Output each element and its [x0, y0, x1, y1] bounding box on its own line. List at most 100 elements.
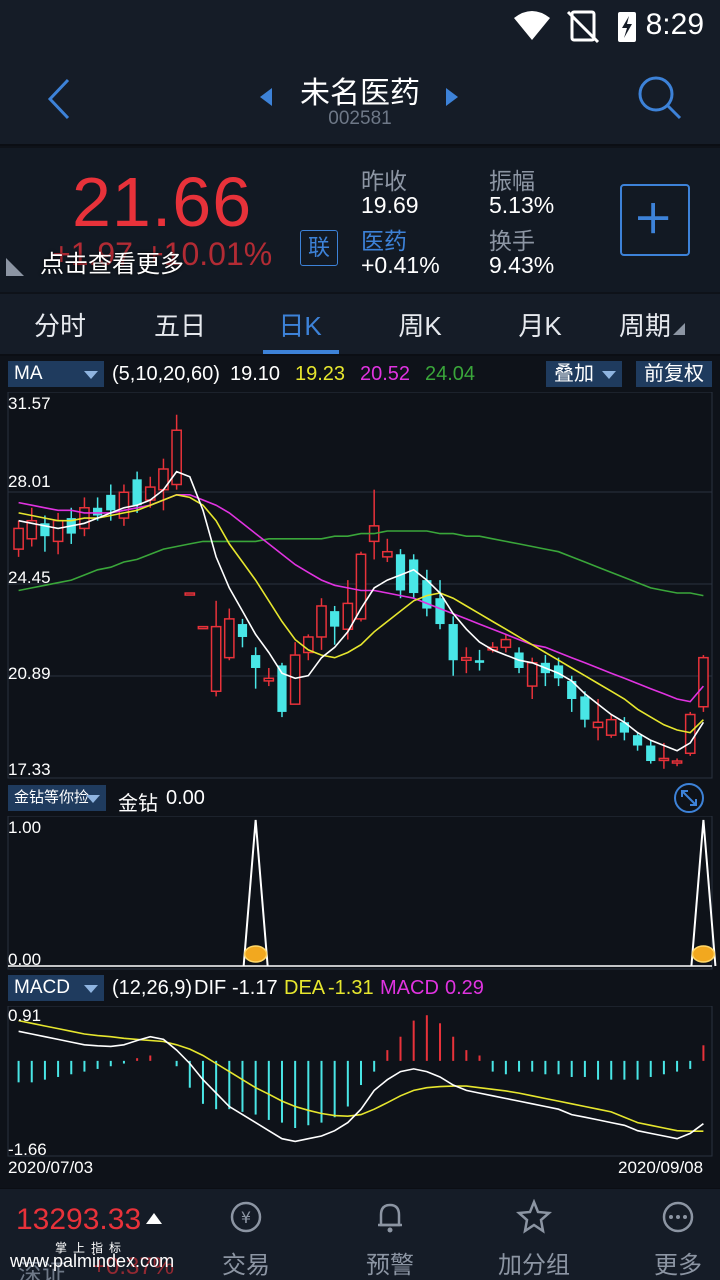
candle-body [52, 519, 64, 543]
gold-spike [242, 819, 269, 967]
candle-body [592, 721, 604, 729]
gold-indicator-bar: 金钻等你捡 金钻 0.00 [0, 782, 720, 815]
tab-monthly-k[interactable]: 月K [480, 306, 600, 343]
active-tab-underline [263, 350, 339, 354]
candle-body [289, 654, 301, 705]
candle-body [316, 605, 327, 638]
gold-dropdown-icon [86, 795, 100, 803]
tab-weekly-k[interactable]: 周K [360, 306, 480, 343]
kline-chart[interactable]: 31.57 28.01 24.45 20.89 17.33 [0, 391, 720, 780]
dif-line [18, 1030, 704, 1143]
nav-more[interactable]: 更多 [628, 1199, 720, 1279]
nav-trade[interactable]: ¥ 交易 [196, 1199, 296, 1279]
candle-body [251, 655, 261, 668]
candle-body [526, 662, 538, 687]
candle-body [658, 757, 670, 762]
tab-cycle-label: 周期 [618, 311, 671, 341]
quote-panel[interactable]: 21.66 +1.97 +10.01% 点击查看更多 联 昨收 19.69 医药 … [0, 148, 720, 292]
candle-body [698, 656, 709, 708]
gold-chart[interactable]: 1.00 0.00 [0, 815, 720, 970]
expand-corner-icon [6, 258, 24, 276]
candle-body [184, 592, 196, 596]
turnover-label: 换手 [489, 228, 535, 254]
candle-body [263, 677, 275, 682]
candle-body [448, 624, 458, 661]
amplitude-label: 振幅 [489, 168, 535, 194]
fullscreen-icon[interactable] [673, 782, 705, 814]
tab-cycle[interactable]: 周期 [592, 306, 712, 343]
kline-ytick-0: 31.57 [8, 394, 51, 413]
x-start-date: 2020/07/03 [8, 1158, 94, 1177]
overlay-label: 叠加 [554, 363, 594, 385]
x-end-date: 2020/09/08 [618, 1158, 704, 1177]
nav-add-group[interactable]: 加分组 [484, 1199, 584, 1279]
period-tabs: 分时 五日 日K 周K 月K 周期 [0, 294, 720, 356]
add-watchlist-button[interactable] [620, 184, 690, 256]
tab-five-day[interactable]: 五日 [120, 306, 240, 343]
candle-body [605, 718, 617, 736]
candle-body [646, 745, 656, 762]
kline-ytick-3: 20.89 [8, 664, 51, 683]
candle-body [500, 638, 512, 649]
tab-intraday[interactable]: 分时 [0, 306, 120, 343]
macd-value: 0.29 [445, 977, 484, 999]
candle-body [237, 624, 248, 637]
nav-trade-label: 交易 [222, 1252, 270, 1279]
svg-text:¥: ¥ [241, 1208, 251, 1227]
gold-svg [7, 815, 717, 970]
ma-params: (5,10,20,60) [112, 363, 220, 385]
kline-ytick-2: 24.45 [8, 568, 51, 587]
candle-body [395, 554, 406, 591]
gold-diamond-icon [691, 945, 716, 963]
search-icon[interactable] [634, 72, 684, 122]
macd-label: MACD [380, 977, 439, 999]
battery-charging-icon [618, 12, 636, 42]
macd-selector-label: MACD [14, 977, 70, 998]
link-badge[interactable]: 联 [300, 230, 338, 266]
plus-icon [638, 203, 669, 234]
ma-selector-label: MA [14, 363, 43, 384]
gold-label: 金钻 [118, 793, 158, 815]
candle-body [474, 660, 485, 663]
tab-daily-k[interactable]: 日K [240, 306, 360, 343]
candle-body [460, 656, 472, 661]
cycle-dropdown-icon [673, 323, 685, 335]
header: 未名医药 002581 [0, 52, 720, 146]
sector-label[interactable]: 医药 [361, 222, 407, 256]
candle-body [223, 618, 235, 659]
kline-ytick-4: 17.33 [8, 760, 51, 779]
more-hint[interactable]: 点击查看更多 [40, 244, 184, 279]
candle-body [381, 550, 393, 558]
nav-alert[interactable]: 预警 [340, 1199, 440, 1279]
index-up-icon [146, 1213, 162, 1224]
overlay-dropdown-icon [602, 371, 616, 379]
dif-label: DIF [194, 977, 227, 999]
kline-svg [7, 391, 713, 779]
macd-params: (12,26,9) [112, 977, 193, 999]
status-time: 8:29 [645, 8, 704, 41]
dea-label: DEA [284, 977, 326, 999]
macd-dropdown-icon [84, 985, 98, 993]
ma-selector[interactable]: MA [8, 361, 104, 387]
dea-value: -1.31 [328, 977, 374, 999]
candle-body [210, 625, 222, 692]
adjust-button[interactable]: 前复权 [636, 361, 712, 387]
candle-body [684, 713, 696, 755]
overlay-button[interactable]: 叠加 [546, 361, 622, 387]
nav-alert-label: 预警 [366, 1252, 414, 1279]
macd-chart[interactable]: 0.91 -1.66 2020/07/03 2020/09/08 [0, 1005, 720, 1182]
macd-selector[interactable]: MACD [8, 975, 104, 1001]
candle-body [632, 735, 643, 746]
ma-dropdown-icon [84, 371, 98, 379]
candle-body [132, 479, 142, 506]
ma10-value: 19.23 [295, 363, 346, 385]
gold-selector[interactable]: 金钻等你捡 [8, 785, 106, 811]
next-stock-icon[interactable] [444, 86, 460, 108]
macd-bar: MACD (12,26,9) DIF -1.17 DEA -1.31 MACD … [0, 972, 720, 1004]
turnover-value: 9.43% [489, 252, 555, 278]
watermark: www.palmindex.com [10, 1251, 175, 1271]
bottom-nav: 13293.33 掌上指标 深证 +0.37% www.palmindex.co… [0, 1188, 720, 1280]
index-value: 13293.33 [16, 1203, 142, 1236]
stock-code: 002581 [328, 108, 392, 129]
dif-value: -1.17 [232, 977, 278, 999]
